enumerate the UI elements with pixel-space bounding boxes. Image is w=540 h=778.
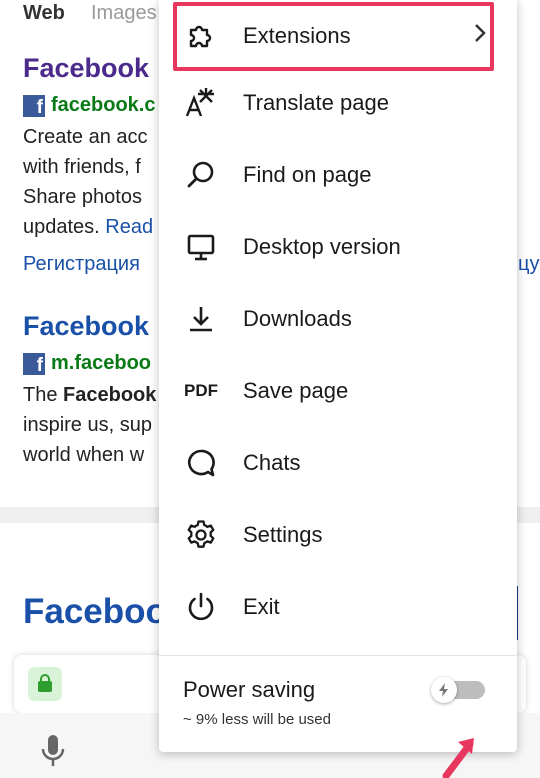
power-saving-sublabel: ~ 9% less will be used [183,711,331,728]
facebook-icon: f [23,352,45,375]
menu-item-find-on-page[interactable]: Find on page [159,139,517,211]
menu-item-label: Settings [243,522,323,547]
menu-divider [159,655,517,656]
menu-item-label: Desktop version [243,234,401,259]
menu-item-desktop-version[interactable]: Desktop version [159,211,517,283]
result-snippet: The Facebook inspire us, sup world when … [23,380,156,470]
search-icon [184,158,218,192]
menu-item-label: Downloads [243,306,352,331]
menu-item-translate-page[interactable]: Translate page [159,67,517,139]
microphone-icon[interactable] [40,733,66,769]
puzzle-icon [184,19,218,53]
download-icon [184,302,218,336]
menu-item-settings[interactable]: Settings [159,499,517,571]
facebook-icon: f [23,94,45,117]
tab-web[interactable]: Web [23,2,65,24]
menu-item-save-page[interactable]: PDF Save page [159,355,517,427]
power-saving-label: Power saving [183,677,316,702]
lightning-icon [431,677,457,703]
snippet-text: The [23,384,64,406]
result-snippet: Create an acc with friends, f Share phot… [23,122,153,242]
result-url[interactable]: f facebook.c [23,94,155,117]
chat-icon [184,446,218,480]
gear-icon [184,518,218,552]
tab-images[interactable]: Images [91,2,157,25]
pointer-arrow-icon [442,738,474,778]
snippet-line: world when w [23,444,145,466]
result-url-text: m.faceboo [51,352,152,374]
browser-menu: Extensions Translate page Find on page D… [159,0,517,752]
menu-item-extensions[interactable]: Extensions [159,0,517,72]
search-tabs: Web Images [23,2,157,25]
chevron-right-icon [475,24,486,42]
read-more-link[interactable]: Read [105,216,153,238]
sitelink[interactable]: Регистрация [23,253,140,276]
menu-item-downloads[interactable]: Downloads [159,283,517,355]
snippet-line: Create an acc [23,126,148,148]
snippet-line: Share photos [23,186,142,208]
menu-item-label: Chats [243,450,301,475]
menu-item-label: Exit [243,594,280,619]
pdf-icon-text: PDF [184,381,218,400]
sitelink-right[interactable]: цу [518,253,539,276]
menu-item-label: Extensions [243,23,351,48]
power-saving-toggle[interactable] [431,677,487,703]
power-icon [184,590,218,624]
result-url-text: facebook.c [51,94,156,116]
menu-item-chats[interactable]: Chats [159,427,517,499]
result-title[interactable]: Facebook [23,53,149,84]
snippet-text: updates. [23,216,100,238]
lock-icon [28,667,62,701]
snippet-line: inspire us, sup [23,414,152,436]
translate-icon [184,86,218,120]
snippet-line: The Facebook [23,380,156,410]
snippet-line: with friends, f [23,156,141,178]
snippet-bold: Facebook [63,384,157,406]
snippet-line: updates. Read [23,212,153,242]
monitor-icon [184,230,218,264]
menu-item-label: Save page [243,378,349,403]
menu-item-label: Find on page [243,162,372,187]
result-url[interactable]: f m.faceboo [23,352,151,375]
result-title[interactable]: Facebook [23,311,149,342]
menu-item-exit[interactable]: Exit [159,571,517,643]
menu-item-label: Translate page [243,90,389,115]
pdf-icon: PDF [184,374,218,408]
